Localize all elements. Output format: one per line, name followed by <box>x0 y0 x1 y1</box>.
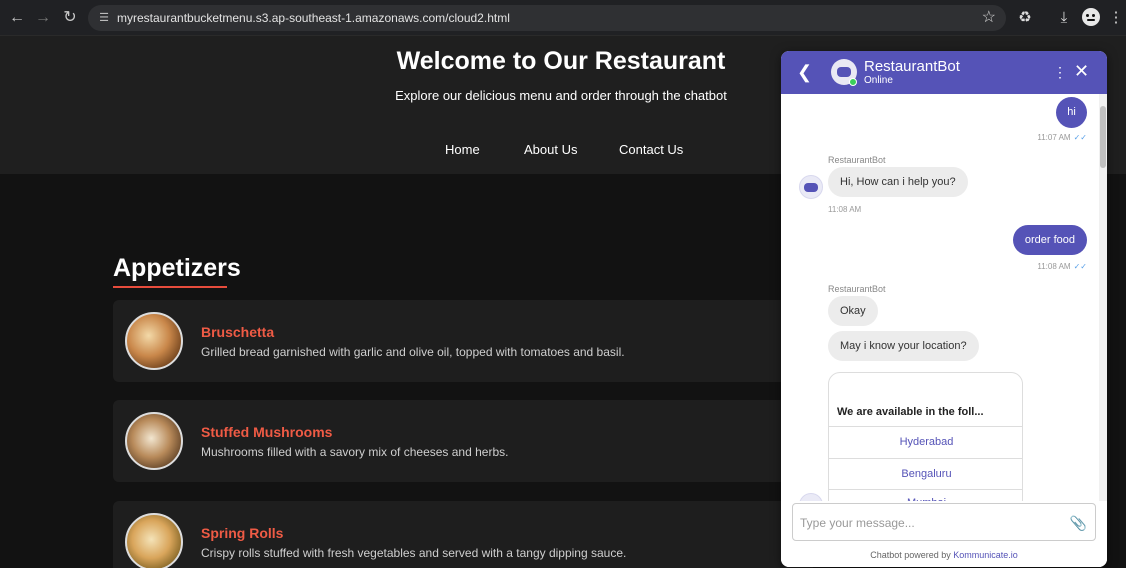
bot-message: May i know your location? <box>828 331 979 361</box>
bot-message: Okay <box>828 296 878 326</box>
bot-name: RestaurantBot <box>864 58 960 75</box>
browser-menu-icon[interactable]: ⋮ <box>1106 8 1126 28</box>
dish-image <box>125 412 183 470</box>
powered-by: Chatbot powered by Kommunicate.io <box>870 550 1018 560</box>
location-list-card: We are available in the foll... Hyderaba… <box>828 372 1023 501</box>
section-underline <box>113 286 227 288</box>
message-input[interactable] <box>800 513 1060 533</box>
site-info-icon[interactable]: ☰ <box>96 10 112 26</box>
close-icon[interactable]: ✕ <box>1074 61 1089 81</box>
user-message: order food <box>1012 225 1087 255</box>
menu-item-card: Spring Rolls Crispy rolls stuffed with f… <box>113 501 813 568</box>
browser-toolbar: ← → ↻ ☰ myrestaurantbucketmenu.s3.ap-sou… <box>0 0 1126 36</box>
address-bar[interactable]: ☰ myrestaurantbucketmenu.s3.ap-southeast… <box>88 5 1006 31</box>
chat-header: ❮ RestaurantBot Online ⋮ ✕ <box>781 51 1107 94</box>
bot-avatar-icon <box>799 175 823 199</box>
list-card-title: We are available in the foll... <box>837 406 984 418</box>
reload-icon[interactable]: ↻ <box>60 8 80 28</box>
chevron-left-icon[interactable]: ❮ <box>797 62 812 82</box>
dish-image <box>125 312 183 370</box>
attachment-icon[interactable]: 📎 <box>1070 514 1087 532</box>
profile-avatar-icon[interactable] <box>1082 8 1100 26</box>
chat-widget: ❮ RestaurantBot Online ⋮ ✕ hi 11:07 AM ✓✓… <box>781 51 1107 567</box>
user-message: hi <box>1056 97 1087 128</box>
dish-name: Spring Rolls <box>201 525 284 541</box>
dish-name: Bruschetta <box>201 324 275 340</box>
nav-home-link[interactable]: Home <box>445 142 480 157</box>
powered-by-brand-link[interactable]: Kommunicate.io <box>953 550 1018 560</box>
dish-name: Stuffed Mushrooms <box>201 424 333 440</box>
chat-scrollbar[interactable] <box>1099 94 1107 501</box>
extensions-icon[interactable]: ♻ <box>1015 8 1035 28</box>
chat-input-area: 📎 Chatbot powered by Kommunicate.io <box>781 501 1107 567</box>
forward-arrow-icon[interactable]: → <box>33 8 53 28</box>
url-text[interactable]: myrestaurantbucketmenu.s3.ap-southeast-1… <box>117 10 510 26</box>
scrollbar-thumb[interactable] <box>1100 106 1106 168</box>
more-vertical-icon[interactable]: ⋮ <box>1053 62 1067 82</box>
message-input-box[interactable]: 📎 <box>792 503 1096 541</box>
bookmark-star-icon[interactable]: ☆ <box>982 9 996 27</box>
nav-contact-link[interactable]: Contact Us <box>619 142 683 157</box>
menu-item-card: Bruschetta Grilled bread garnished with … <box>113 300 813 382</box>
message-time: 11:08 AM <box>828 205 862 214</box>
dish-description: Grilled bread garnished with garlic and … <box>201 345 625 359</box>
bot-status: Online <box>864 75 893 86</box>
section-title: Appetizers <box>113 254 241 282</box>
sender-name: RestaurantBot <box>828 155 886 165</box>
location-option-hyderabad[interactable]: Hyderabad <box>829 426 1022 457</box>
bot-message: Hi, How can i help you? <box>828 167 968 197</box>
menu-item-card: Stuffed Mushrooms Mushrooms filled with … <box>113 400 813 482</box>
dish-image <box>125 513 183 568</box>
conversation-area[interactable]: hi 11:07 AM ✓✓ RestaurantBot Hi, How can … <box>781 94 1107 501</box>
sender-name: RestaurantBot <box>828 284 886 294</box>
nav-about-link[interactable]: About Us <box>524 142 577 157</box>
online-indicator <box>849 78 857 86</box>
location-option-bengaluru[interactable]: Bengaluru <box>829 458 1022 489</box>
message-time: 11:07 AM ✓✓ <box>1037 133 1087 142</box>
message-time: 11:08 AM ✓✓ <box>1037 262 1087 271</box>
dish-description: Crispy rolls stuffed with fresh vegetabl… <box>201 546 627 560</box>
dish-description: Mushrooms filled with a savory mix of ch… <box>201 445 509 459</box>
back-arrow-icon[interactable]: ← <box>7 8 27 28</box>
read-receipt-icon: ✓✓ <box>1073 133 1087 142</box>
download-icon[interactable]: ⤓ <box>1054 8 1074 28</box>
location-option-mumbai[interactable]: Mumbai <box>829 489 1022 501</box>
read-receipt-icon: ✓✓ <box>1073 262 1087 271</box>
bot-avatar-icon <box>799 493 823 501</box>
